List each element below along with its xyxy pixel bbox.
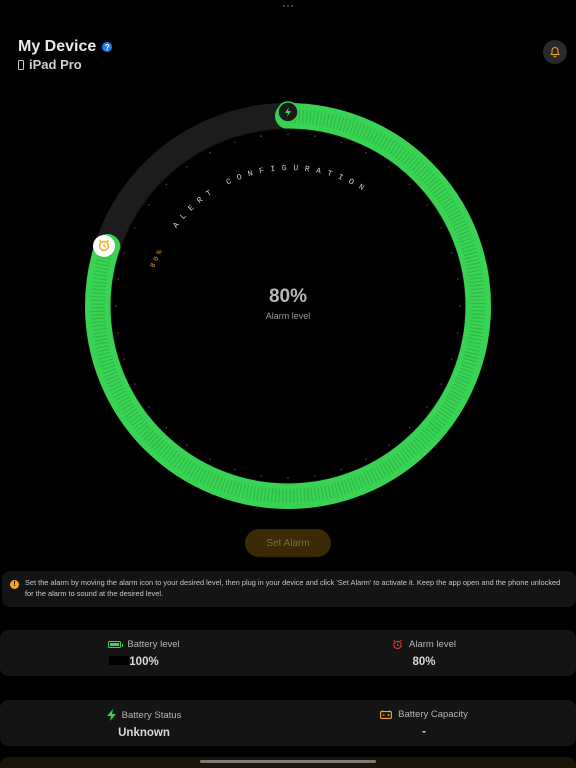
dial-tick	[234, 141, 236, 144]
dial-tick	[117, 278, 119, 280]
dial-tick	[440, 383, 442, 385]
alarm-level-value: 80%	[268, 286, 308, 307]
dial-tick	[165, 183, 168, 186]
dial-tick	[234, 468, 236, 471]
dial-tick	[440, 227, 442, 229]
battery-status-label: Battery Status	[121, 709, 182, 721]
dial-tick	[457, 332, 459, 334]
bolt-icon	[106, 709, 116, 721]
battery-level-stat: Battery level 100%	[44, 639, 244, 668]
alarm-handle[interactable]	[93, 235, 115, 257]
info-card: ! Set the alarm by moving the alarm icon…	[2, 571, 576, 607]
info-icon: !	[10, 580, 19, 589]
dial-tick	[115, 305, 117, 307]
dial-tick	[123, 252, 126, 254]
dial-tick	[165, 426, 168, 429]
battery-capacity-icon	[380, 710, 393, 719]
battery-level-value: 100%	[129, 656, 159, 668]
set-alarm-button[interactable]: Set Alarm	[245, 529, 331, 557]
dial-tick	[365, 152, 367, 154]
dial-tick	[314, 475, 316, 477]
alarm-level-caption: Alarm level	[265, 311, 311, 321]
dial-tick	[117, 332, 119, 334]
dial-tick	[209, 458, 211, 460]
dial-tick	[134, 227, 136, 229]
dial-tick	[134, 383, 136, 385]
battery-capacity-stat: Battery Capacity -	[324, 709, 524, 738]
charging-handle[interactable]	[277, 101, 299, 123]
battery-icon	[108, 641, 124, 648]
dial-tick	[457, 278, 459, 280]
dial-tick	[287, 133, 289, 135]
dial-tick	[388, 166, 390, 168]
dial-tick	[209, 152, 211, 154]
dial-tick	[340, 141, 342, 144]
alarm-clock-icon	[393, 639, 402, 650]
battery-status-stat: Battery Status Unknown	[44, 709, 244, 739]
alarm-marker-label: 80%	[149, 246, 165, 269]
dial-tick	[365, 458, 367, 460]
dial-tick	[123, 358, 126, 360]
dial-tick	[450, 358, 453, 360]
dial-tick	[186, 444, 188, 446]
dial-tick	[408, 426, 411, 429]
dial-tick	[148, 406, 150, 408]
dial-tick	[450, 252, 453, 254]
dial-tick	[314, 135, 316, 137]
battery-level-label: Battery level	[127, 639, 180, 650]
dial-tick	[426, 406, 428, 408]
battery-status-value: Unknown	[118, 727, 170, 739]
dial-tick	[340, 468, 342, 471]
dial-tick	[260, 475, 262, 477]
battery-capacity-label: Battery Capacity	[398, 709, 468, 720]
battery-capacity-value: -	[422, 726, 426, 738]
redaction-box	[109, 656, 129, 665]
dial-tick	[148, 204, 150, 206]
dial-tick	[388, 444, 390, 446]
alarm-level-stat: Alarm level 80%	[324, 639, 524, 668]
alarm-level-stat-value: 80%	[412, 656, 436, 668]
levels-card: Battery level 100% Alarm level 80%	[0, 630, 576, 676]
dial-tick	[287, 477, 289, 479]
info-text: Set the alarm by moving the alarm icon t…	[25, 578, 561, 598]
dial-tick	[260, 135, 262, 137]
home-indicator[interactable]	[200, 760, 376, 763]
alarm-level-label: Alarm level	[409, 639, 456, 650]
dial-tick	[426, 204, 428, 206]
dial-tick	[459, 305, 461, 307]
alarm-dial[interactable]: ALERT CONFIGURATION 80%	[0, 0, 576, 560]
alert-configuration-label: ALERT CONFIGURATION	[171, 164, 370, 230]
dial-tick	[186, 166, 188, 168]
status-card: Battery Status Unknown Battery Capacity …	[0, 700, 576, 746]
dial-tick	[408, 183, 411, 186]
